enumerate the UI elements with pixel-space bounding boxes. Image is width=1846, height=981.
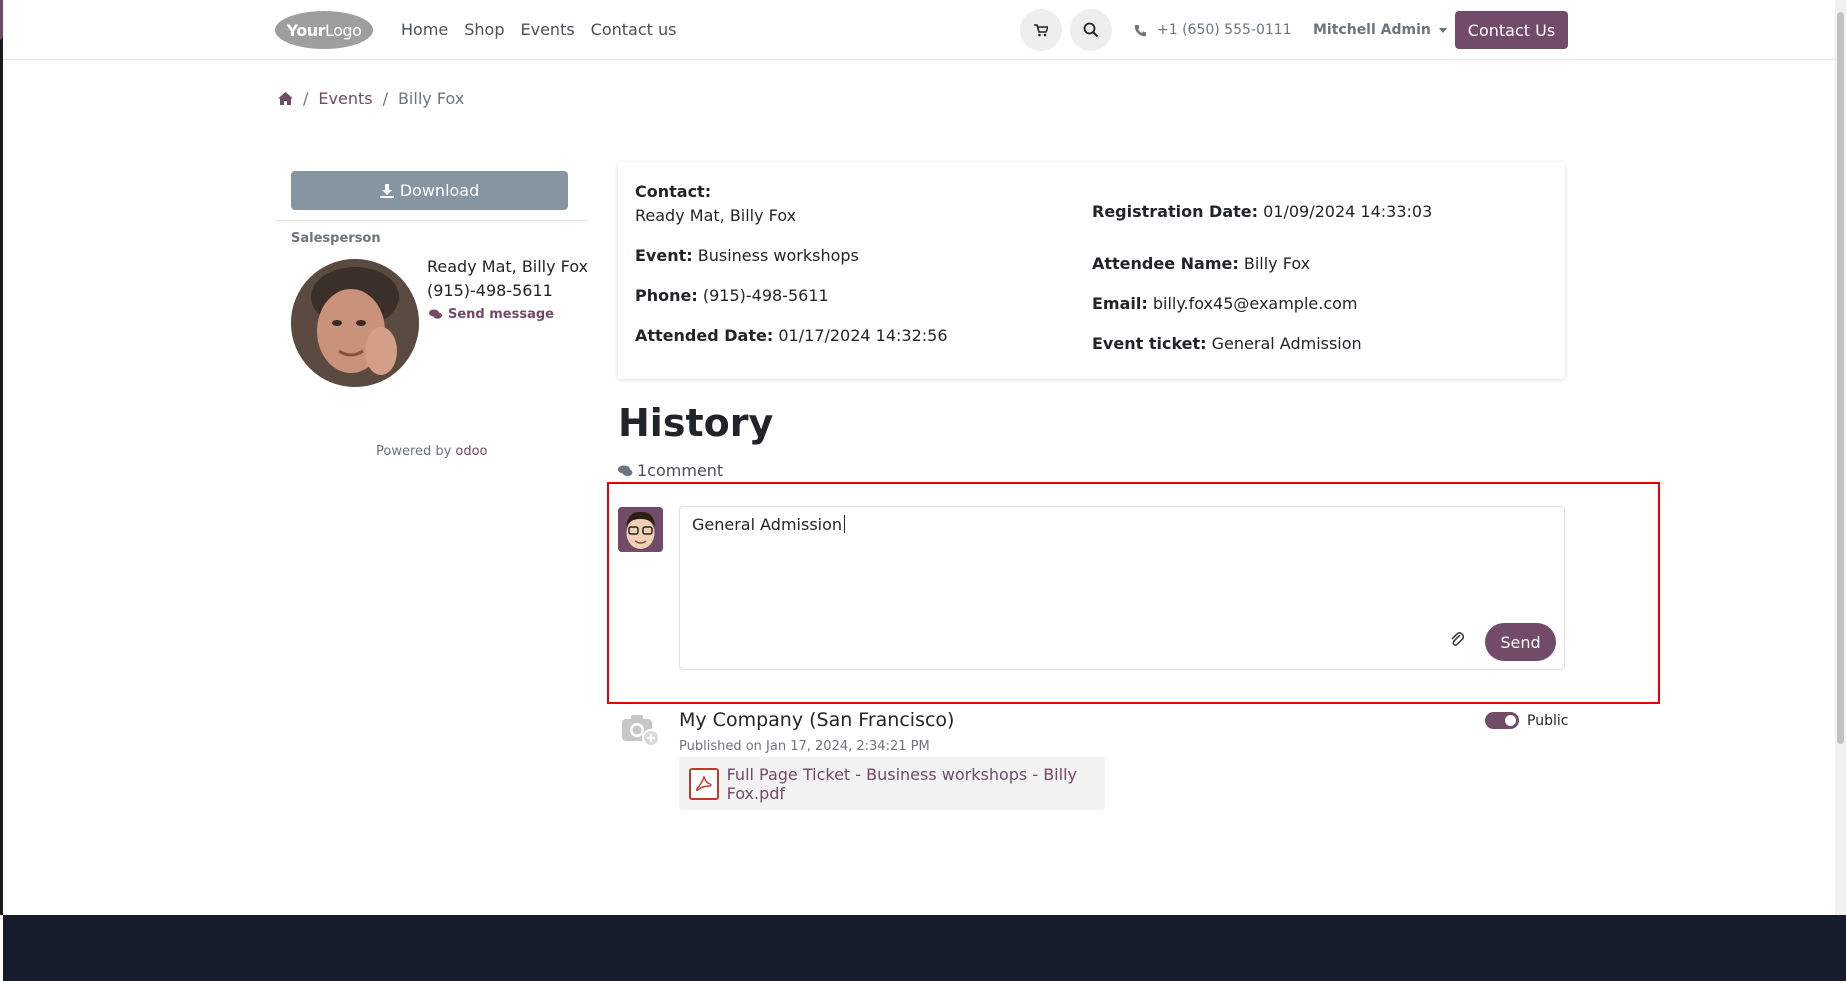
scrollbar-thumb[interactable] <box>1837 12 1844 744</box>
search-icon <box>1083 22 1099 38</box>
comment-count: 1comment <box>618 461 723 480</box>
breadcrumb-events[interactable]: Events <box>318 89 372 108</box>
composer-input[interactable]: General Admission <box>692 515 846 534</box>
window-frame <box>0 0 3 915</box>
comments-icon <box>618 465 633 476</box>
phone-field: Phone: (915)-498-5611 <box>635 286 829 305</box>
phone-icon <box>1134 24 1146 36</box>
contact-us-button[interactable]: Contact Us <box>1455 11 1568 49</box>
history-title: History <box>618 401 774 445</box>
attachment-name[interactable]: Full Page Ticket - Business workshops - … <box>727 765 1105 803</box>
attended-date-field: Attended Date: 01/17/2024 14:32:56 <box>635 326 948 345</box>
breadcrumb-separator: / <box>303 89 309 108</box>
salesperson-avatar <box>291 259 419 387</box>
registration-date-field: Registration Date: 01/09/2024 14:33:03 <box>1092 202 1433 221</box>
user-name: Mitchell Admin <box>1313 22 1431 38</box>
nav-shop[interactable]: Shop <box>464 20 504 39</box>
salesperson-label: Salesperson <box>291 231 381 246</box>
send-message-link[interactable]: Send message <box>429 307 554 322</box>
public-label: Public <box>1527 712 1569 729</box>
registration-details-card: Contact: Ready Mat, Billy Fox Event: Bus… <box>618 162 1565 379</box>
site-logo[interactable]: Your Logo <box>275 11 373 49</box>
company-avatar-camera-icon <box>622 715 660 747</box>
attendee-name-field: Attendee Name: Billy Fox <box>1092 254 1311 273</box>
odoo-logo[interactable]: odoo <box>455 444 487 459</box>
user-menu[interactable]: Mitchell Admin <box>1313 22 1447 38</box>
message-composer[interactable]: General Admission Send <box>679 506 1565 670</box>
email-field: Email: billy.fox45@example.com <box>1092 294 1358 313</box>
main-nav: Home Shop Events Contact us <box>401 20 676 39</box>
breadcrumb-current: Billy Fox <box>397 89 465 108</box>
toggle-switch[interactable] <box>1485 712 1519 729</box>
site-header: Your Logo Home Shop Events Contact us +1 … <box>3 0 1835 60</box>
comment-count-label: 1comment <box>637 461 724 480</box>
search-button[interactable] <box>1070 9 1112 51</box>
divider <box>275 220 588 221</box>
download-label: Download <box>399 181 480 200</box>
nav-contact-us[interactable]: Contact us <box>591 20 677 39</box>
cart-button[interactable] <box>1020 9 1062 51</box>
salesperson-phone: (915)-498-5611 <box>427 281 553 300</box>
comments-icon <box>429 309 442 319</box>
message-author: My Company (San Francisco) <box>679 709 955 731</box>
event-ticket-field: Event ticket: General Admission <box>1092 334 1362 353</box>
powered-by-label: Powered by <box>376 444 452 459</box>
phone-number: +1 (650) 555-0111 <box>1157 22 1292 38</box>
scrollbar[interactable] <box>1835 0 1846 915</box>
powered-by: Powered by odoo <box>376 444 487 459</box>
nav-home[interactable]: Home <box>401 20 448 39</box>
chevron-down-icon <box>1438 27 1447 33</box>
download-button[interactable]: Download <box>291 171 568 210</box>
contact-label: Contact: <box>635 182 712 201</box>
send-message-label: Send message <box>448 307 554 322</box>
send-button[interactable]: Send <box>1485 623 1556 661</box>
contact-value: Ready Mat, Billy Fox <box>635 206 797 225</box>
salesperson-name: Ready Mat, Billy Fox <box>427 257 589 276</box>
header-phone[interactable]: +1 (650) 555-0111 <box>1134 22 1292 38</box>
page-footer <box>3 915 1846 981</box>
public-toggle[interactable]: Public <box>1485 712 1568 729</box>
breadcrumb-separator: / <box>382 89 388 108</box>
current-user-avatar <box>618 507 663 552</box>
event-field: Event: Business workshops <box>635 246 859 265</box>
attachment-item[interactable]: Full Page Ticket - Business workshops - … <box>679 757 1105 810</box>
pdf-icon <box>689 767 719 800</box>
breadcrumb: / Events / Billy Fox <box>278 89 464 108</box>
nav-events[interactable]: Events <box>521 20 575 39</box>
message-date: Published on Jan 17, 2024, 2:34:21 PM <box>679 739 930 754</box>
paperclip-icon[interactable] <box>1450 631 1464 647</box>
home-icon[interactable] <box>278 92 293 105</box>
download-icon <box>379 183 394 198</box>
cart-icon <box>1034 23 1048 36</box>
